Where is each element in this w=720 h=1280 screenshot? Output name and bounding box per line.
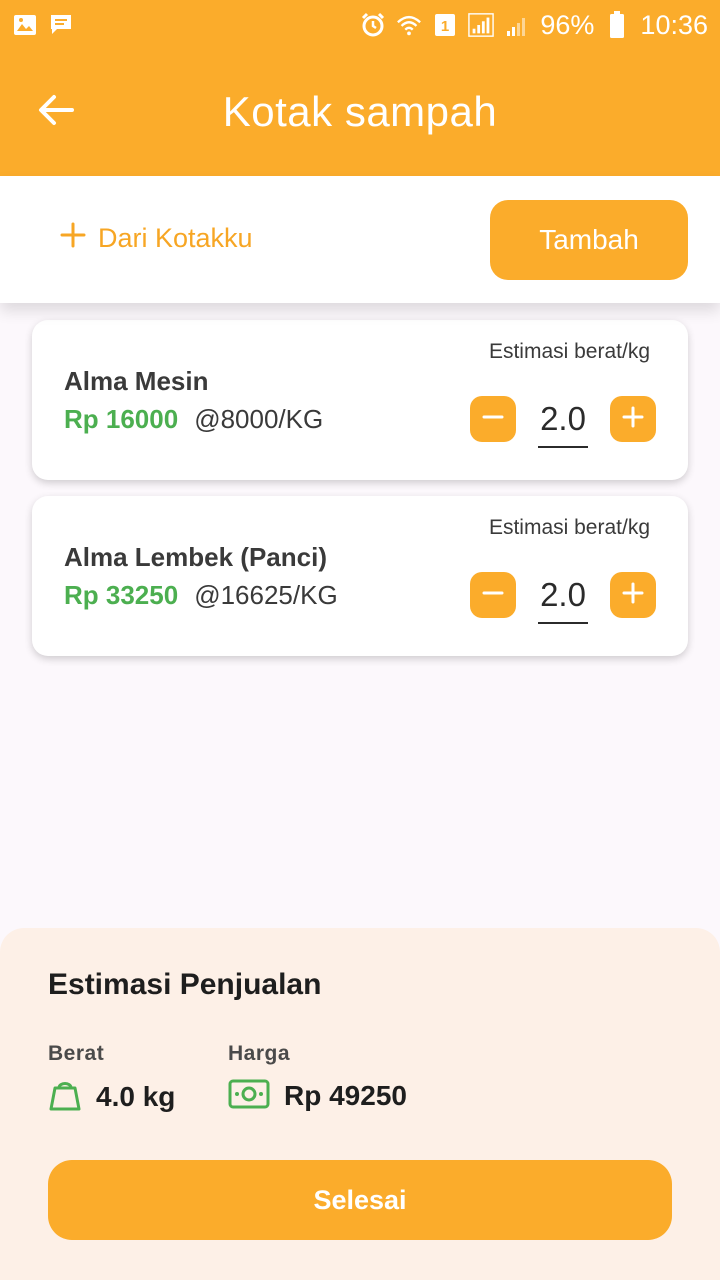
- quantity-stepper: 2.0: [470, 396, 656, 448]
- sim-1-icon: 1: [432, 13, 458, 37]
- estimate-weight-label: Estimasi berat/kg: [488, 340, 650, 363]
- from-my-box-label: Dari Kotakku: [98, 223, 253, 253]
- quantity-input[interactable]: 2.0: [538, 398, 588, 448]
- increase-button[interactable]: [610, 572, 656, 618]
- status-bar: 1 96% 10:36: [0, 0, 720, 50]
- page-title: Kotak sampah: [222, 88, 498, 135]
- decrease-button[interactable]: [470, 572, 516, 618]
- signal-weak-icon: [504, 13, 530, 37]
- battery-icon: [604, 11, 630, 38]
- weight-label: Berat: [48, 1042, 105, 1065]
- weight-icon: [48, 1078, 82, 1116]
- status-time: 10:36: [640, 9, 708, 40]
- from-my-box-button[interactable]: Dari Kotakku: [60, 222, 253, 255]
- battery-percent: 96%: [540, 9, 595, 40]
- item-price: Rp 16000: [64, 404, 179, 434]
- item-rate: @8000/KG: [194, 404, 324, 434]
- action-panel: Dari Kotakku Tambah: [0, 176, 720, 303]
- add-button[interactable]: Tambah: [490, 200, 688, 280]
- plus-icon: [621, 581, 645, 609]
- estimate-weight-label: Estimasi berat/kg: [488, 516, 650, 539]
- item-name: Alma Lembek (Panci): [64, 542, 327, 572]
- wifi-icon: [396, 13, 422, 37]
- waste-item-card: Alma Mesin Rp 16000 @8000/KG Estimasi be…: [32, 320, 688, 480]
- weight-value: 4.0 kg: [96, 1081, 176, 1112]
- image-icon: [12, 13, 38, 37]
- chat-icon: [48, 13, 74, 37]
- minus-icon: [481, 405, 505, 433]
- minus-icon: [481, 581, 505, 609]
- item-rate: @16625/KG: [194, 580, 338, 610]
- sales-estimate-panel: Estimasi Penjualan Berat 4.0 kg Harga Rp…: [0, 928, 720, 1280]
- quantity-input[interactable]: 2.0: [538, 574, 588, 624]
- alarm-icon: [360, 12, 386, 37]
- cash-icon: [228, 1078, 270, 1114]
- waste-item-card: Alma Lembek (Panci) Rp 33250 @16625/KG E…: [32, 496, 688, 656]
- summary-title: Estimasi Penjualan: [48, 968, 322, 1001]
- signal-icon: [468, 13, 495, 37]
- weight-stat: 4.0 kg: [48, 1078, 175, 1116]
- plus-icon: [621, 405, 645, 433]
- svg-text:1: 1: [441, 18, 449, 35]
- quantity-stepper: 2.0: [470, 572, 656, 624]
- price-label: Harga: [228, 1042, 291, 1065]
- increase-button[interactable]: [610, 396, 656, 442]
- status-bar-right: 1 96% 10:36: [360, 10, 708, 41]
- item-price-row: Rp 16000 @8000/KG: [64, 404, 323, 435]
- app-bar: Kotak sampah: [0, 50, 720, 176]
- decrease-button[interactable]: [470, 396, 516, 442]
- status-bar-left: [12, 13, 74, 37]
- plus-icon: [60, 222, 86, 255]
- price-stat: Rp 49250: [228, 1078, 407, 1114]
- item-price-row: Rp 33250 @16625/KG: [64, 580, 338, 611]
- done-button[interactable]: Selesai: [48, 1160, 672, 1240]
- item-price: Rp 33250: [64, 580, 179, 610]
- price-value: Rp 49250: [284, 1080, 407, 1111]
- item-name: Alma Mesin: [64, 366, 209, 396]
